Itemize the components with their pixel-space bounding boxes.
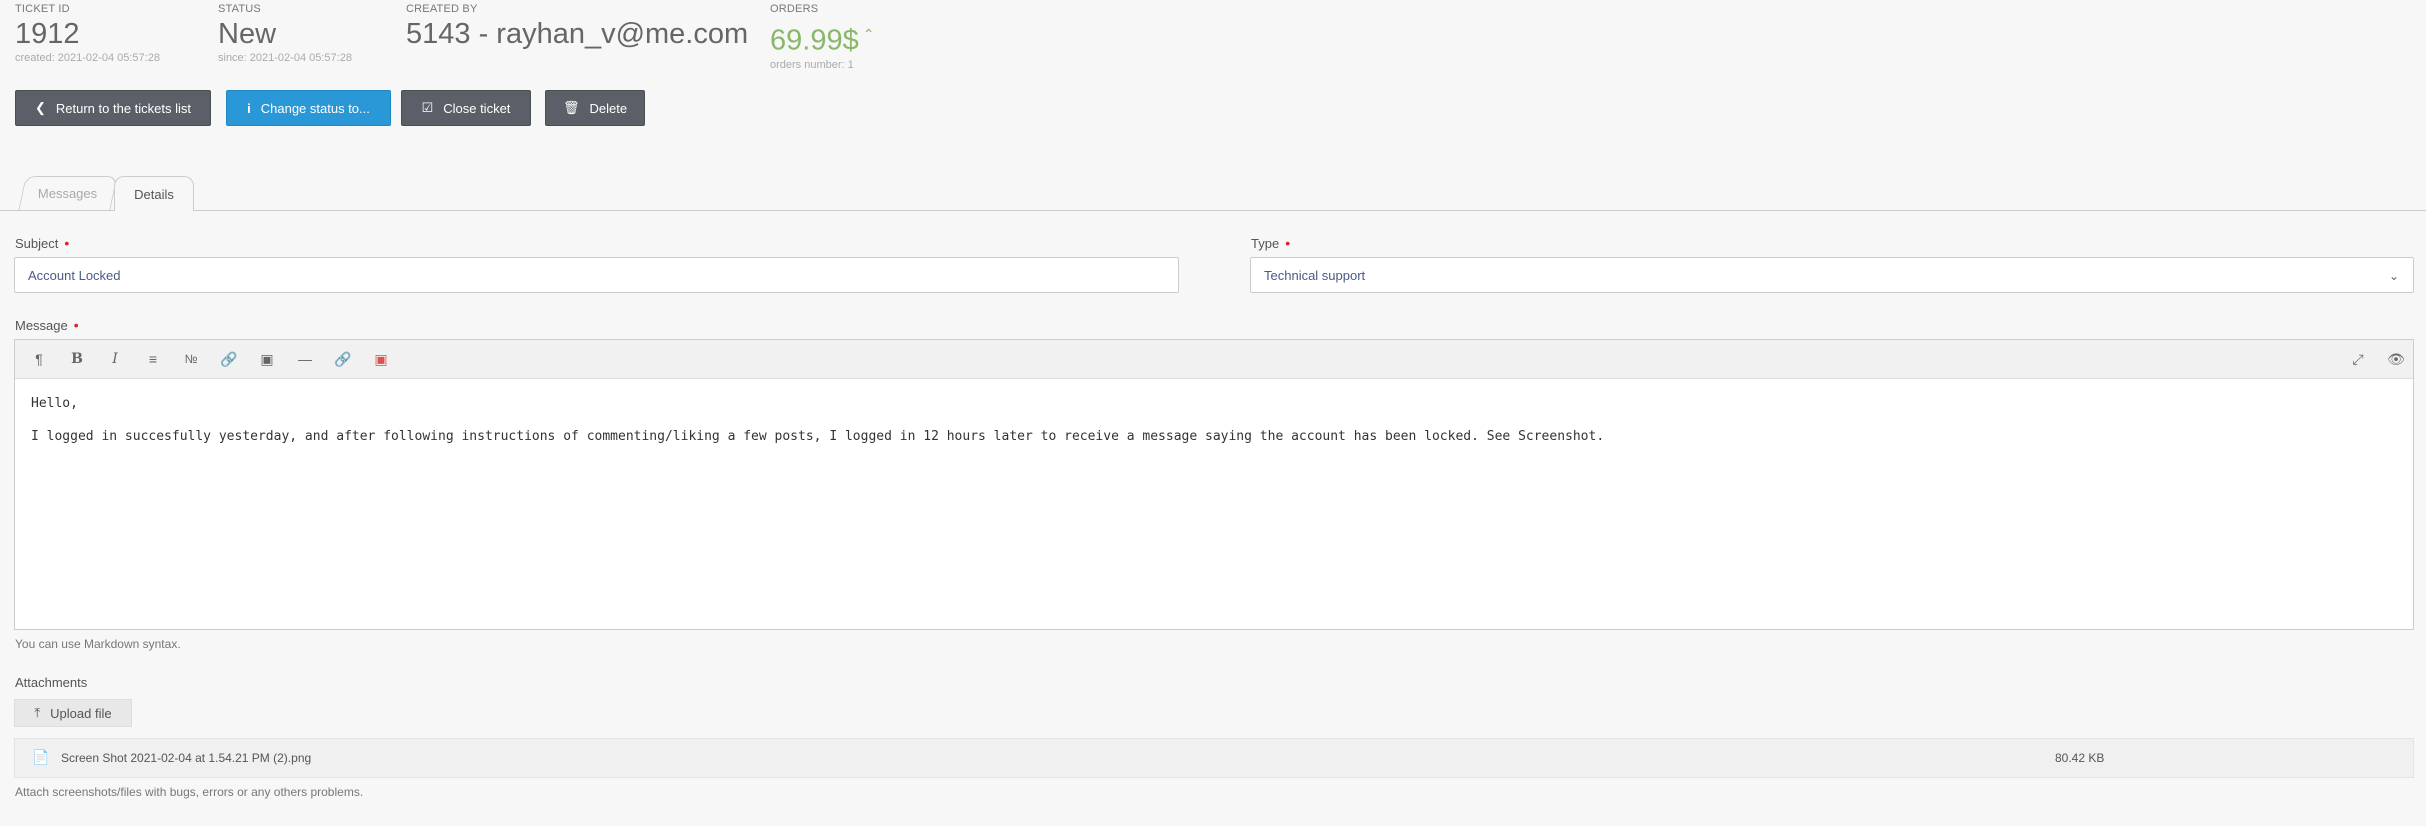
- unordered-list-icon[interactable]: ≡: [143, 349, 163, 369]
- ticket-id-value: 1912: [15, 18, 80, 50]
- type-select[interactable]: Technical support ⌄: [1250, 257, 2414, 293]
- italic-icon[interactable]: I: [105, 349, 125, 369]
- message-label: Message: [15, 318, 68, 333]
- delete-label: Delete: [589, 100, 628, 116]
- tab-messages[interactable]: Messages: [18, 176, 118, 210]
- status-label: STATUS: [218, 3, 261, 15]
- tab-details[interactable]: Details: [114, 176, 194, 211]
- trash-icon: 🗑: [562, 100, 580, 115]
- attachments-label: Attachments: [15, 675, 88, 690]
- subject-label: Subject: [15, 236, 59, 251]
- type-value: Technical support: [1264, 267, 1366, 283]
- required-marker: •: [73, 317, 79, 333]
- close-ticket-label: Close ticket: [443, 100, 511, 116]
- orders-value-row: 69.99$ ⌃: [770, 18, 874, 57]
- required-marker: •: [1285, 235, 1291, 251]
- message-line: Hello,: [31, 396, 78, 411]
- subject-value: Account Locked: [28, 267, 121, 283]
- upload-file-button[interactable]: ⤒ Upload file: [14, 699, 132, 727]
- created-by-value: 5143 - rayhan_v@me.com: [406, 18, 749, 50]
- tabs-divider: [0, 210, 2426, 211]
- attachment-row: 📄 Screen Shot 2021-02-04 at 1.54.21 PM (…: [14, 738, 2414, 778]
- subject-input[interactable]: Account Locked: [14, 257, 1179, 293]
- created-by-label: CREATED BY: [406, 3, 478, 15]
- tab-details-label: Details: [134, 186, 174, 202]
- delete-button[interactable]: 🗑 Delete: [545, 90, 645, 126]
- attachment-size: 80.42 KB: [2055, 751, 2105, 765]
- close-ticket-button[interactable]: ☑ Close ticket: [401, 90, 531, 126]
- chevron-left-icon: ❮: [34, 100, 46, 115]
- created-by-block: CREATED BY 5143 - rayhan_v@me.com: [406, 3, 748, 50]
- editor-toolbar: ¶ B I ≡ № 🔗 ▣ — 🔗 ▣ ⤢ 👁: [15, 340, 2413, 379]
- orders-value: 69.99$: [770, 24, 859, 57]
- orders-number: orders number: 1: [770, 58, 854, 71]
- image-icon[interactable]: ▣: [257, 349, 277, 369]
- attachment-filename[interactable]: Screen Shot 2021-02-04 at 1.54.21 PM (2)…: [61, 751, 311, 765]
- fullscreen-icon[interactable]: ⤢: [2348, 349, 2368, 369]
- ticket-created-date: created: 2021-02-04 05:57:28: [15, 52, 160, 64]
- insert-image-icon[interactable]: ▣: [371, 349, 391, 369]
- unlink-icon[interactable]: 🔗: [333, 349, 353, 369]
- tab-messages-label: Messages: [38, 186, 98, 201]
- message-label-row: Message •: [15, 317, 79, 333]
- double-chevron-up-icon: ⌃: [862, 26, 875, 42]
- return-button-label: Return to the tickets list: [55, 100, 192, 116]
- file-icon: 📄: [32, 749, 50, 765]
- status-since-date: since: 2021-02-04 05:57:28: [218, 52, 352, 64]
- status-value: New: [218, 18, 277, 50]
- upload-file-label: Upload file: [50, 705, 112, 721]
- return-to-tickets-button[interactable]: ❮ Return to the tickets list: [15, 90, 211, 126]
- ticket-id-block: TICKET ID 1912 created: 2021-02-04 05:57…: [15, 3, 160, 64]
- attachments-hint: Attach screenshots/files with bugs, erro…: [15, 785, 364, 799]
- markdown-hint: You can use Markdown syntax.: [15, 637, 181, 651]
- message-line: I logged in succesfully yesterday, and a…: [31, 429, 1605, 444]
- orders-label: ORDERS: [770, 3, 819, 15]
- orders-block: ORDERS 69.99$ ⌃ orders number: 1: [770, 3, 874, 71]
- preview-icon[interactable]: 👁: [2386, 349, 2406, 369]
- message-editor[interactable]: ¶ B I ≡ № 🔗 ▣ — 🔗 ▣ ⤢ 👁 Hello, I logged …: [14, 339, 2414, 630]
- check-square-icon: ☑: [421, 100, 434, 115]
- type-label: Type: [1251, 236, 1280, 251]
- type-label-row: Type •: [1251, 235, 1290, 251]
- bold-icon[interactable]: B: [67, 349, 87, 369]
- message-content[interactable]: Hello, I logged in succesfully yesterday…: [15, 379, 2413, 445]
- change-status-label: Change status to...: [260, 100, 370, 116]
- horizontal-rule-icon[interactable]: —: [295, 349, 315, 369]
- upload-icon: ⤒: [34, 705, 41, 720]
- status-block: STATUS New since: 2021-02-04 05:57:28: [218, 3, 352, 64]
- ordered-list-icon[interactable]: №: [181, 349, 201, 369]
- paragraph-icon[interactable]: ¶: [29, 349, 49, 369]
- subject-label-row: Subject •: [15, 235, 69, 251]
- ticket-id-label: TICKET ID: [15, 3, 70, 15]
- info-icon: i: [247, 100, 251, 116]
- link-icon[interactable]: 🔗: [219, 349, 239, 369]
- required-marker: •: [64, 235, 70, 251]
- change-status-button[interactable]: i Change status to...: [226, 90, 391, 126]
- chevron-down-icon: ⌄: [2388, 269, 2399, 283]
